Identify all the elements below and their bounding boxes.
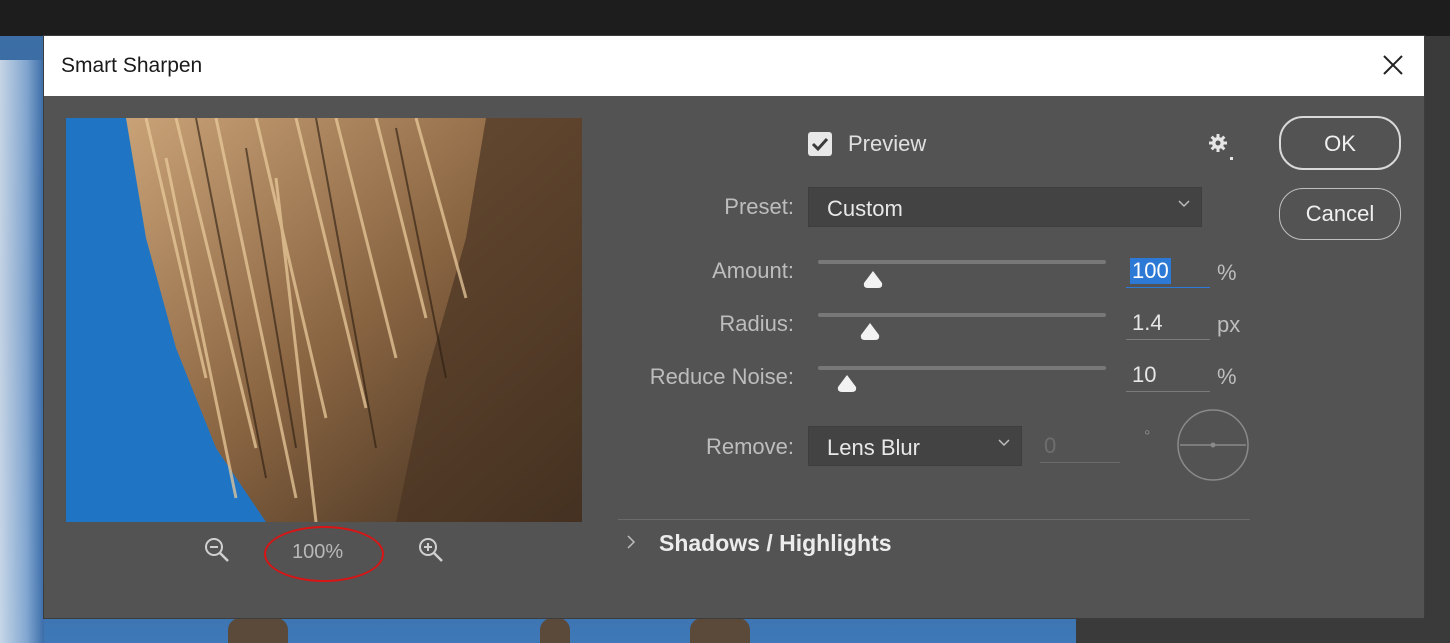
preview-image[interactable]: [66, 118, 582, 522]
radius-value: 1.4: [1132, 310, 1163, 335]
preview-photo: [66, 118, 582, 522]
chevron-right-icon: [627, 535, 636, 549]
zoom-in-icon: [419, 538, 443, 562]
zoom-out-icon: [205, 538, 229, 562]
preset-select[interactable]: Custom: [808, 187, 1202, 227]
angle-input: 0: [1040, 429, 1120, 463]
ok-button[interactable]: OK: [1279, 116, 1401, 170]
remove-label: Remove:: [705, 434, 794, 459]
dialog-title: Smart Sharpen: [61, 54, 203, 77]
smart-sharpen-dialog: Smart Sharpen 100% Preview OK Cancel Pre…: [44, 36, 1424, 618]
cancel-button[interactable]: Cancel: [1279, 188, 1401, 240]
zoom-level: 100%: [292, 541, 344, 563]
shadows-highlights-toggle[interactable]: [624, 532, 638, 552]
checkmark-icon: [811, 137, 829, 152]
dialog-titlebar: Smart Sharpen: [44, 36, 1424, 96]
section-divider: [618, 519, 1250, 520]
chevron-down-icon: [998, 439, 1010, 447]
reduce-noise-unit: %: [1217, 364, 1237, 389]
reduce-noise-label: Reduce Noise:: [649, 364, 794, 389]
amount-label: Amount:: [712, 258, 794, 283]
preset-label: Preset:: [724, 194, 794, 219]
close-icon: [1383, 55, 1403, 75]
amount-value: 100: [1130, 258, 1171, 284]
background-trunk: [228, 618, 288, 643]
amount-unit: %: [1217, 260, 1237, 285]
angle-value: 0: [1044, 433, 1057, 458]
gear-icon: [1209, 134, 1233, 160]
preset-value: Custom: [827, 196, 903, 221]
radius-unit: px: [1217, 312, 1241, 337]
close-button[interactable]: [1378, 50, 1408, 80]
settings-menu-button[interactable]: [1204, 131, 1238, 165]
remove-value: Lens Blur: [827, 435, 920, 460]
radius-label: Radius:: [719, 311, 794, 336]
background-clouds: [0, 60, 44, 643]
amount-slider-track[interactable]: [818, 260, 1106, 264]
angle-dial: [1176, 408, 1250, 482]
remove-select[interactable]: Lens Blur: [808, 426, 1022, 466]
angle-dial-icon: [1177, 409, 1249, 481]
preview-checkbox[interactable]: [808, 132, 832, 156]
chevron-down-icon: [1178, 200, 1190, 208]
reduce-noise-slider-track[interactable]: [818, 366, 1106, 370]
preview-label: Preview: [848, 131, 927, 156]
background-trunk: [540, 618, 570, 643]
reduce-noise-value: 10: [1132, 362, 1157, 387]
amount-input[interactable]: 100: [1126, 254, 1210, 288]
zoom-out-button[interactable]: [202, 535, 232, 565]
radius-slider-track[interactable]: [818, 313, 1106, 317]
zoom-controls: 100%: [66, 526, 582, 582]
degree-symbol: °: [1144, 428, 1151, 445]
shadows-highlights-heading[interactable]: Shadows / Highlights: [659, 530, 892, 557]
background-trunk: [690, 618, 750, 643]
radius-input[interactable]: 1.4: [1126, 306, 1210, 340]
zoom-in-button[interactable]: [416, 535, 446, 565]
reduce-noise-input[interactable]: 10: [1126, 358, 1210, 392]
